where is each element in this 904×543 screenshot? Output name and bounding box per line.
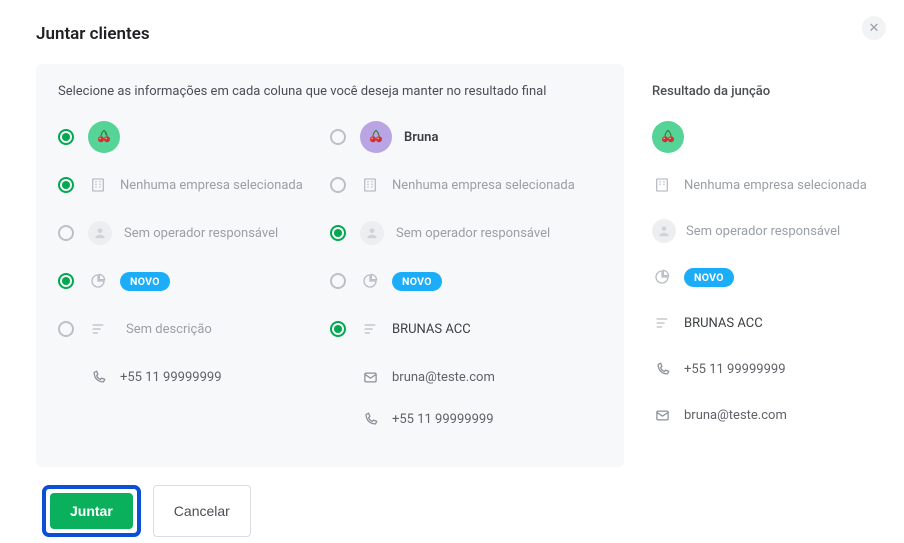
result-email: bruna@teste.com xyxy=(684,408,787,423)
user-icon xyxy=(93,226,107,240)
cancel-button[interactable]: Cancelar xyxy=(153,485,251,537)
result-operator-avatar xyxy=(652,219,676,243)
pie-icon xyxy=(652,269,672,285)
pie-icon xyxy=(88,273,108,289)
radio-avatar-2[interactable] xyxy=(330,129,346,145)
source-column-2: Bruna Nenhuma empresa selecionada xyxy=(330,121,602,445)
phone-icon xyxy=(88,370,108,385)
name-text-2: Bruna xyxy=(404,130,438,145)
source-column-1: Nenhuma empresa selecionada Sem operador… xyxy=(58,121,330,445)
list-icon xyxy=(652,315,672,331)
radio-description-1[interactable] xyxy=(58,321,74,337)
mail-icon xyxy=(360,370,380,385)
radio-company-2[interactable] xyxy=(330,177,346,193)
status-badge-1: NOVO xyxy=(120,272,170,291)
close-button[interactable]: ✕ xyxy=(862,16,886,40)
pie-icon xyxy=(360,273,380,289)
description-text-2: BRUNAS ACC xyxy=(392,322,471,337)
instruction-text: Selecione as informações em cada coluna … xyxy=(58,84,602,99)
avatar-cherry-1 xyxy=(88,121,120,153)
result-operator: Sem operador responsável xyxy=(686,224,840,239)
operator-text-2: Sem operador responsável xyxy=(396,226,550,241)
radio-status-1[interactable] xyxy=(58,273,74,289)
avatar-cherry-2 xyxy=(360,121,392,153)
phone-icon xyxy=(360,412,380,427)
mail-icon xyxy=(652,408,672,423)
email-text-2: bruna@teste.com xyxy=(392,370,495,385)
result-panel: Resultado da junção Nenhuma empresa sele… xyxy=(624,64,868,467)
user-icon xyxy=(365,226,379,240)
list-icon xyxy=(88,321,108,337)
operator-avatar-1 xyxy=(88,221,112,245)
list-icon xyxy=(360,321,380,337)
close-icon: ✕ xyxy=(869,21,880,36)
building-icon xyxy=(88,177,108,193)
radio-operator-1[interactable] xyxy=(58,225,74,241)
merge-button[interactable]: Juntar xyxy=(50,493,133,529)
radio-description-2[interactable] xyxy=(330,321,346,337)
dialog-title: Juntar clientes xyxy=(36,24,868,44)
merge-button-highlight: Juntar xyxy=(42,485,141,537)
result-company: Nenhuma empresa selecionada xyxy=(684,178,867,193)
result-description: BRUNAS ACC xyxy=(684,316,763,331)
company-text-1: Nenhuma empresa selecionada xyxy=(120,178,303,193)
building-icon xyxy=(652,177,672,193)
user-icon xyxy=(657,224,671,238)
result-avatar xyxy=(652,121,684,153)
description-text-1: Sem descrição xyxy=(126,322,212,337)
radio-company-1[interactable] xyxy=(58,177,74,193)
radio-operator-2[interactable] xyxy=(330,225,346,241)
phone-text-1: +55 11 99999999 xyxy=(120,370,222,385)
operator-avatar-2 xyxy=(360,221,384,245)
operator-text-1: Sem operador responsável xyxy=(124,226,278,241)
radio-status-2[interactable] xyxy=(330,273,346,289)
phone-icon xyxy=(652,362,672,377)
phone-text-2: +55 11 99999999 xyxy=(392,412,494,427)
cherry-icon xyxy=(95,128,113,146)
result-title: Resultado da junção xyxy=(652,84,868,99)
building-icon xyxy=(360,177,380,193)
status-badge-2: NOVO xyxy=(392,272,442,291)
result-status-badge: NOVO xyxy=(684,268,734,287)
cherry-icon xyxy=(659,128,677,146)
result-phone: +55 11 99999999 xyxy=(684,362,786,377)
radio-avatar-1[interactable] xyxy=(58,129,74,145)
company-text-2: Nenhuma empresa selecionada xyxy=(392,178,575,193)
selection-panel: Selecione as informações em cada coluna … xyxy=(36,64,624,467)
cherry-icon xyxy=(367,128,385,146)
